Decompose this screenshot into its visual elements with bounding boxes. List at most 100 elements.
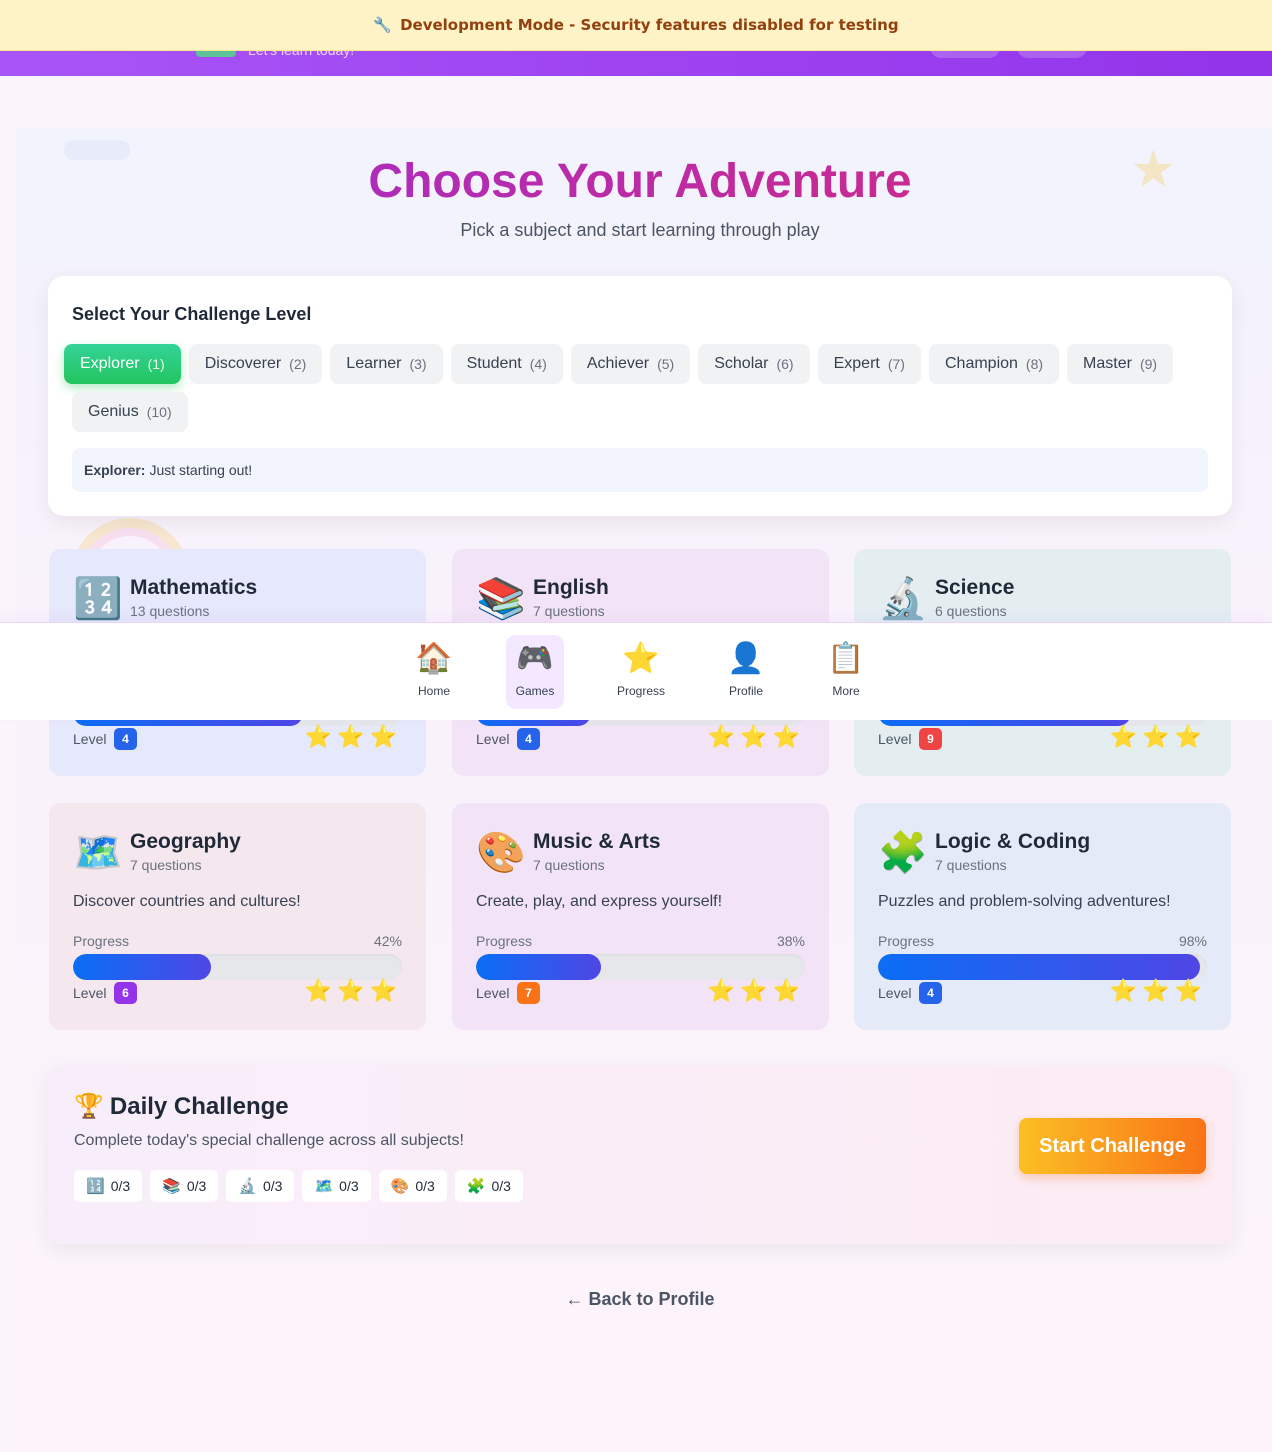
level-chip-discoverer[interactable]: Discoverer (2) bbox=[188, 344, 323, 384]
start-challenge-button[interactable]: Start Challenge bbox=[1019, 1118, 1206, 1174]
level-chip-label: Champion bbox=[944, 355, 1018, 372]
level-chip-scholar[interactable]: Scholar (6) bbox=[698, 344, 810, 384]
star-rating: ⭐⭐⭐ bbox=[1109, 979, 1207, 1004]
question-count: 7 questions bbox=[130, 857, 202, 873]
level-chip-number: (9) bbox=[1139, 356, 1158, 372]
level-chip-explorer[interactable]: Explorer (1) bbox=[64, 344, 181, 384]
level-chip-label: Discoverer bbox=[204, 355, 282, 372]
subject-icon: 🧩 bbox=[466, 1177, 486, 1195]
subject-description: Puzzles and problem-solving adventures! bbox=[878, 893, 1171, 910]
progress-bar bbox=[73, 954, 402, 980]
subject-card-music-arts[interactable]: 🎨 Music & Arts 7 questions Create, play, an… bbox=[452, 803, 829, 1030]
progress-percent: 42% bbox=[373, 933, 402, 949]
daily-progress-value: 0/3 bbox=[186, 1178, 207, 1194]
level-chip-learner[interactable]: Learner (3) bbox=[330, 344, 443, 384]
daily-challenge-card: 🏆 Daily Challenge Complete today's specia… bbox=[48, 1066, 1232, 1244]
dev-banner-text: Development Mode - Security features dis… bbox=[400, 16, 899, 34]
daily-progress-value: 0/3 bbox=[491, 1178, 511, 1194]
level-chip-expert[interactable]: Expert (7) bbox=[817, 344, 921, 384]
page-title: Choose Your Adventure bbox=[0, 154, 1272, 209]
subject-icon: 📚 bbox=[162, 1177, 181, 1195]
level-chip-number: (2) bbox=[289, 356, 307, 372]
level-chip-number: (10) bbox=[146, 404, 172, 420]
level-chip-achiever[interactable]: Achiever (5) bbox=[570, 344, 691, 384]
subject-icon: 🎨 bbox=[390, 1177, 410, 1195]
level-chip-label: Learner bbox=[346, 355, 402, 372]
level-chip-number: (3) bbox=[409, 356, 427, 372]
level-chip-label: Expert bbox=[833, 355, 880, 372]
level-label: Level bbox=[476, 985, 510, 1001]
bottom-navigation: 🏠 Home 🎮 Games ⭐ Progress 👤 Profile 📋 More bbox=[0, 622, 1272, 720]
daily-progress-value: 0/3 bbox=[415, 1178, 435, 1194]
subject-card-geography[interactable]: 🗺️ Geography 7 questions Discover countries… bbox=[49, 803, 426, 1030]
daily-challenge-subtitle: Complete today's special challenge acros… bbox=[74, 1132, 464, 1149]
progress-percent: 98% bbox=[1178, 933, 1207, 949]
gamepad-icon: 🎮 bbox=[516, 641, 554, 676]
level-chip-master[interactable]: Master (9) bbox=[1067, 344, 1174, 384]
nav-progress[interactable]: ⭐ Progress bbox=[612, 635, 670, 709]
star-rating: ⭐⭐⭐ bbox=[304, 979, 402, 1004]
trophy-icon: 🏆 bbox=[74, 1092, 104, 1120]
subject-name: Geography bbox=[130, 830, 241, 853]
subject-name: Science bbox=[935, 576, 1015, 599]
subject-card-logic-coding[interactable]: 🧩 Logic & Coding 7 questions Puzzles and pr… bbox=[854, 803, 1231, 1030]
level-chip-number: (7) bbox=[887, 356, 905, 372]
level-label: Level bbox=[476, 731, 510, 747]
nav-label: Profile bbox=[728, 684, 763, 698]
subject-icon: 📚 bbox=[476, 576, 526, 622]
level-label: Level bbox=[73, 985, 107, 1001]
star-rating: ⭐⭐⭐ bbox=[707, 979, 805, 1004]
level-label: Level bbox=[878, 731, 912, 747]
nav-label: Games bbox=[515, 684, 555, 698]
nav-label: Home bbox=[417, 684, 450, 698]
progress-fill bbox=[73, 954, 212, 980]
wrench-icon: 🔧 bbox=[373, 16, 393, 34]
nav-more[interactable]: 📋 More bbox=[817, 635, 875, 709]
back-to-profile-link[interactable]: ← Back to Profile bbox=[0, 1289, 1272, 1310]
level-chip-label: Master bbox=[1083, 355, 1132, 372]
subject-icon: 🔢 bbox=[86, 1177, 105, 1195]
home-icon: 🏠 bbox=[415, 641, 453, 676]
level-chip-number: (8) bbox=[1025, 356, 1044, 372]
nav-games[interactable]: 🎮 Games bbox=[506, 635, 564, 709]
level-chip-number: (5) bbox=[657, 356, 675, 372]
daily-subject-pill: 🔬 0/3 bbox=[226, 1170, 295, 1202]
progress-bar bbox=[878, 954, 1207, 980]
level-chip-champion[interactable]: Champion (8) bbox=[928, 344, 1060, 384]
star-rating: ⭐⭐⭐ bbox=[707, 725, 805, 750]
level-chip-genius[interactable]: Genius (10) bbox=[72, 392, 188, 432]
progress-label: Progress bbox=[476, 933, 533, 949]
question-count: 6 questions bbox=[935, 603, 1007, 619]
level-description-name: Explorer: bbox=[84, 462, 146, 478]
level-chip-label: Explorer bbox=[80, 355, 140, 372]
subject-description: Create, play, and express yourself! bbox=[476, 893, 723, 910]
subject-name: Logic & Coding bbox=[935, 830, 1091, 853]
daily-subject-pill: 🧩 0/3 bbox=[454, 1170, 523, 1202]
progress-bar bbox=[476, 954, 805, 980]
subject-description: Discover countries and cultures! bbox=[73, 893, 301, 910]
dev-mode-banner: 🔧 Development Mode - Security features d… bbox=[0, 0, 1272, 51]
progress-label: Progress bbox=[73, 933, 130, 949]
daily-subject-pill: 🔢 0/3 bbox=[74, 1170, 143, 1202]
progress-percent: 38% bbox=[776, 933, 805, 949]
nav-home[interactable]: 🏠 Home bbox=[405, 635, 463, 709]
level-chip-label: Achiever bbox=[586, 355, 650, 372]
nav-profile[interactable]: 👤 Profile bbox=[717, 635, 775, 709]
subject-icon: 🎨 bbox=[476, 830, 526, 876]
progress-fill bbox=[878, 954, 1201, 980]
level-chip-student[interactable]: Student (4) bbox=[450, 344, 563, 384]
level-description: Explorer: Just starting out! bbox=[72, 448, 1208, 492]
nav-label: Progress bbox=[616, 684, 666, 698]
level-description-text: Just starting out! bbox=[149, 462, 253, 478]
subject-name: Music & Arts bbox=[533, 830, 661, 853]
subject-icon: 🧩 bbox=[878, 830, 928, 876]
level-badge: 4 bbox=[114, 728, 137, 750]
level-chip-label: Scholar bbox=[714, 355, 769, 372]
level-label: Level bbox=[878, 985, 912, 1001]
subject-name: Mathematics bbox=[130, 576, 258, 599]
level-badge: 9 bbox=[919, 728, 942, 750]
level-badge: 4 bbox=[517, 728, 540, 750]
star-rating: ⭐⭐⭐ bbox=[304, 725, 402, 750]
subject-icon: 🔢 bbox=[73, 576, 123, 622]
level-badge: 4 bbox=[919, 982, 942, 1004]
